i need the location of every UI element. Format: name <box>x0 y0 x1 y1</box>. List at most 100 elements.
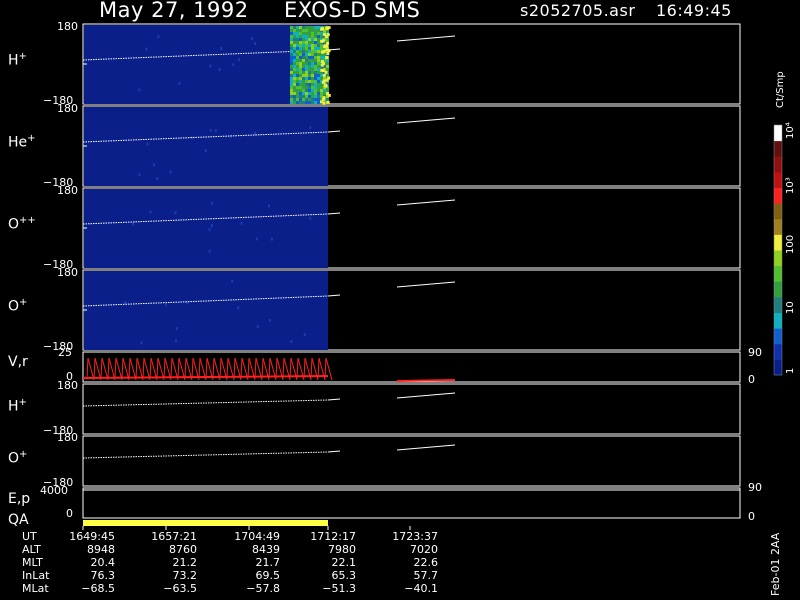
hplus-hot-cell <box>299 32 302 35</box>
spectrogram-speck-2 <box>240 221 243 225</box>
hplus-hot-cell <box>293 80 296 83</box>
hplus-hot-cell <box>299 47 302 50</box>
hplus-hot-cell <box>305 68 308 71</box>
vr-spike <box>233 357 236 379</box>
hplus-hot-cell <box>314 44 317 47</box>
hplus-hot-cell <box>305 92 308 95</box>
vr-spike <box>93 357 96 379</box>
vr-spike <box>135 357 138 379</box>
vr-spike <box>282 357 285 379</box>
hplus-hot-cell <box>308 77 311 80</box>
ymax-label-0: 180 <box>57 20 78 33</box>
vr-right-min: 0 <box>748 373 755 386</box>
hplus-hot-cell <box>311 26 314 29</box>
hplus-hot-cell <box>308 26 311 29</box>
lower-ymax-0: 180 <box>57 379 78 392</box>
hplus-hot-cell <box>293 71 296 74</box>
spectrogram-speck-0 <box>145 47 148 51</box>
hplus-hot-cell <box>296 86 299 89</box>
hplus-hot-cell <box>314 41 317 44</box>
vr-ymax: 25 <box>58 346 72 359</box>
colorbar-segment <box>774 187 782 204</box>
hplus-hot-cell <box>314 74 317 77</box>
footer-cell-ut-4: 1723:37 <box>392 530 438 543</box>
hplus-yellow-cell <box>322 49 326 53</box>
hplus-hot-cell <box>296 47 299 50</box>
hplus-hot-cell <box>314 32 317 35</box>
hplus-yellow-cell <box>325 56 329 60</box>
spectrogram-speck-0 <box>251 36 254 40</box>
hplus-hot-cell <box>293 56 296 59</box>
vr-spike <box>198 357 201 379</box>
hplus-hot-cell <box>317 89 320 92</box>
hplus-hot-cell <box>314 29 317 32</box>
hplus-hot-cell <box>311 56 314 59</box>
hplus-hot-cell <box>311 29 314 32</box>
footer-cell-ut-1: 1657:21 <box>151 530 197 543</box>
vr-spike <box>289 357 292 379</box>
lower-trace-1 <box>82 451 329 459</box>
hplus-hot-cell <box>293 68 296 71</box>
hplus-hot-cell <box>296 53 299 56</box>
hplus-hot-cell <box>320 35 323 38</box>
hplus-hot-cell <box>314 62 317 65</box>
hplus-hot-cell <box>305 44 308 47</box>
hplus-yellow-cell <box>324 35 328 39</box>
hplus-hot-cell <box>290 29 293 32</box>
hplus-hot-cell <box>308 32 311 35</box>
hplus-hot-cell <box>317 29 320 32</box>
hplus-hot-cell <box>293 92 296 95</box>
vr-spike <box>163 357 166 379</box>
hplus-hot-cell <box>302 77 305 80</box>
hplus-hot-cell <box>302 86 305 89</box>
footer-cell-alt-1: 8760 <box>169 543 197 556</box>
hplus-hot-cell <box>293 86 296 89</box>
spectrogram-speck-2 <box>210 201 213 205</box>
vr-spike <box>317 357 320 379</box>
vr-spike <box>149 357 152 379</box>
spectrogram-speck-0 <box>138 88 141 92</box>
hplus-hot-cell <box>296 80 299 83</box>
hplus-hot-cell <box>308 62 311 65</box>
hplus-hot-cell <box>296 92 299 95</box>
vr-spike <box>254 357 257 379</box>
spectrogram-speck-3 <box>124 301 127 305</box>
hplus-hot-cell <box>311 77 314 80</box>
hplus-hot-cell <box>317 65 320 68</box>
footer-cell-inlat-4: 57.7 <box>413 569 439 582</box>
lower-frame-0 <box>82 383 741 435</box>
hplus-hot-cell <box>302 29 305 32</box>
spectrogram-speck-3 <box>268 318 271 322</box>
hplus-hot-cell <box>308 92 311 95</box>
hplus-hot-cell <box>299 35 302 38</box>
hplus-hot-cell <box>311 71 314 74</box>
vr-label: V,r <box>8 354 28 370</box>
hplus-hot-cell <box>308 29 311 32</box>
spectrogram-speck-2 <box>270 237 273 241</box>
hplus-hot-cell <box>311 89 314 92</box>
spectrogram-speck-1 <box>152 163 155 167</box>
hplus-hot-cell <box>302 68 305 71</box>
hplus-hot-cell <box>290 32 293 35</box>
hplus-hot-cell <box>317 74 320 77</box>
spectrogram-speck-1 <box>209 128 212 132</box>
hplus-hot-cell <box>293 47 296 50</box>
hplus-hot-cell <box>290 41 293 44</box>
hplus-hot-cell <box>302 32 305 35</box>
ymax-label-3: 180 <box>57 266 78 279</box>
vr-spike <box>324 357 327 379</box>
hplus-hot-cell <box>302 47 305 50</box>
hplus-yellow-cell <box>320 63 324 67</box>
hplus-hot-cell <box>290 26 293 29</box>
vr-spike <box>86 357 89 379</box>
hplus-hot-cell <box>299 59 302 62</box>
vr-spike <box>296 357 299 379</box>
vr-spike <box>107 357 110 379</box>
hplus-hot-cell <box>317 32 320 35</box>
footer-cell-alt-3: 7980 <box>328 543 356 556</box>
header-time: 16:49:45 <box>656 1 732 20</box>
hplus-hot-cell <box>302 80 305 83</box>
hplus-hot-cell <box>308 47 311 50</box>
hplus-hot-cell <box>299 68 302 71</box>
hplus-hot-cell <box>326 74 329 77</box>
